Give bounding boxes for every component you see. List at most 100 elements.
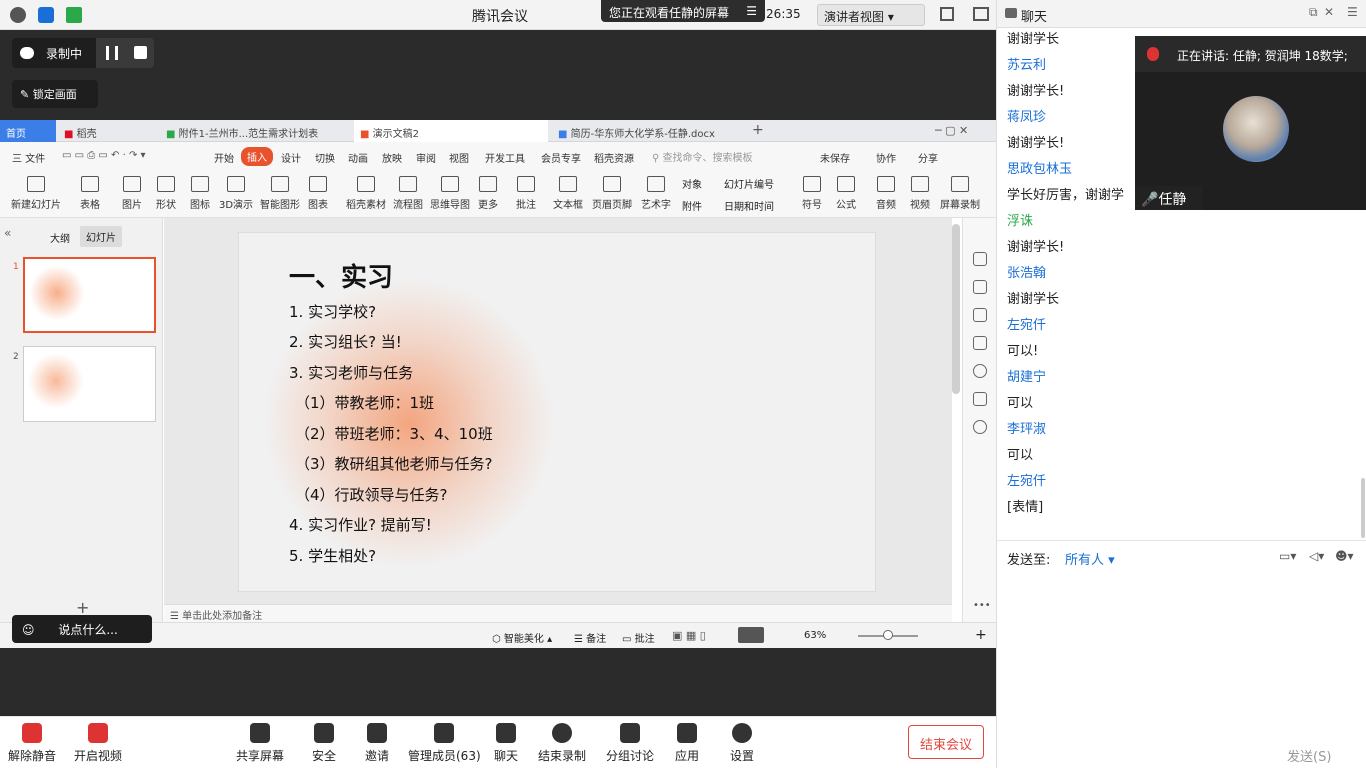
attachment-button[interactable]: 附件: [682, 198, 702, 213]
notes-area[interactable]: ☰ 单击此处添加备注: [164, 604, 952, 622]
3d-button[interactable]: 3D演示: [214, 174, 258, 211]
rocket-icon[interactable]: [973, 252, 987, 266]
speaker-icon[interactable]: ◁▾: [1309, 549, 1324, 563]
close-icon[interactable]: ✕: [1324, 5, 1334, 19]
window-controls[interactable]: ─ ▢ ✕: [935, 124, 968, 137]
play-icon[interactable]: [738, 627, 764, 643]
tab-slides[interactable]: 幻灯片: [80, 226, 122, 247]
header-footer-button[interactable]: 页眉页脚: [590, 174, 634, 211]
notes-button[interactable]: ☰ 备注: [574, 630, 606, 645]
pin-icon[interactable]: [973, 308, 987, 322]
slide-line: 1. 实习学校?: [289, 303, 377, 321]
tab-outline[interactable]: 大纲: [50, 230, 70, 245]
send-to-dropdown[interactable]: 所有人 ▾: [1065, 549, 1115, 568]
info-icon[interactable]: [10, 7, 26, 23]
image-icon[interactable]: [973, 392, 987, 406]
zoom-slider-thumb[interactable]: [883, 630, 893, 640]
quick-access-icons[interactable]: ▭ ▭ ⎙ ▭ ↶ · ↷ ▾: [62, 150, 146, 161]
invite-button[interactable]: 邀请: [365, 723, 389, 764]
share-screen-button[interactable]: 共享屏幕: [236, 723, 284, 764]
menu-icon[interactable]: ☰: [1347, 5, 1358, 19]
vertical-scrollbar[interactable]: [952, 224, 960, 394]
menu-insert[interactable]: 插入: [241, 147, 273, 166]
more-icon[interactable]: •••: [973, 600, 991, 611]
chat-input[interactable]: [997, 572, 1366, 732]
zoom-level[interactable]: 63%: [804, 630, 826, 641]
datetime-button[interactable]: 日期和时间: [724, 198, 774, 213]
flowchart-button[interactable]: 流程图: [386, 174, 430, 211]
menu-file[interactable]: 三 文件: [12, 150, 45, 165]
tab-attachment[interactable]: ■ 附件1-兰州市...范生需求计划表: [160, 120, 350, 142]
tab-home[interactable]: 首页: [0, 120, 56, 142]
help-icon[interactable]: [973, 364, 987, 378]
send-button[interactable]: 发送(S): [1287, 746, 1331, 765]
screen-record-button[interactable]: 屏幕录制: [936, 174, 984, 211]
new-slide-button[interactable]: 新建幻灯片: [6, 174, 66, 211]
end-meeting-button[interactable]: 结束会议: [908, 725, 984, 759]
table-button[interactable]: 表格: [68, 174, 112, 211]
current-slide[interactable]: 一、实习 1. 实习学校? 2. 实习组长? 当! 3. 实习老师与任务 （1）…: [238, 232, 876, 592]
slide-thumbnail-2[interactable]: [23, 346, 156, 422]
object-button[interactable]: 对象: [682, 176, 702, 191]
manage-members-button[interactable]: 管理成员(63): [408, 723, 481, 764]
formula-button[interactable]: 公式: [824, 174, 868, 211]
zoom-in-icon[interactable]: +: [975, 627, 987, 643]
tab-presentation[interactable]: ■ 演示文稿2: [354, 120, 548, 142]
shield-icon[interactable]: [38, 7, 54, 23]
menu-transition[interactable]: 切换: [315, 150, 335, 165]
view-mode-icons[interactable]: ▣ ▦ ▯: [672, 629, 706, 642]
slide-thumbnail-1[interactable]: [23, 257, 156, 333]
menu-daoke[interactable]: 稻壳资源: [594, 150, 634, 165]
search-input[interactable]: ⚲ 查找命令、搜索模板: [652, 149, 753, 164]
pause-recording-button[interactable]: [106, 46, 118, 60]
popout-icon[interactable]: ⧉: [1309, 5, 1318, 20]
comment-button[interactable]: 批注: [504, 174, 548, 211]
end-recording-button[interactable]: 结束录制: [538, 723, 586, 764]
person-icon[interactable]: ☻▾: [1335, 549, 1354, 563]
adjust-icon[interactable]: [973, 280, 987, 294]
menu-view[interactable]: 视图: [449, 150, 469, 165]
presenter-view-dropdown[interactable]: 演讲者视图 ▾: [817, 4, 925, 26]
smart-beautify-button[interactable]: ⬡ 智能美化 ▴: [492, 630, 552, 645]
menu-start[interactable]: 开始: [214, 150, 234, 165]
lock-screen-button[interactable]: ✎ 锁定画面: [12, 80, 98, 108]
chat-panel: 聊天 ⧉ ✕ ☰ 谢谢学长 苏云利 谢谢学长! 蒋凤珍 谢谢学长! 思政包林玉 学长好厉害，…: [996, 0, 1366, 768]
chat-button[interactable]: 聊天: [494, 723, 518, 764]
notes-icon: ☰: [170, 611, 183, 622]
breakout-button[interactable]: 分组讨论: [606, 723, 654, 764]
menu-slideshow[interactable]: 放映: [382, 150, 402, 165]
unsaved-status[interactable]: 未保存: [820, 150, 850, 165]
comment-status-button[interactable]: ▭ 批注: [622, 630, 655, 645]
tab-resume[interactable]: ■ 简历-华东师大化学系-任静.docx: [552, 120, 742, 142]
menu-member[interactable]: 会员专享: [541, 150, 581, 165]
tab-daoke[interactable]: ■ 稻壳: [58, 120, 158, 142]
fullscreen-icon[interactable]: [940, 7, 954, 21]
location-icon[interactable]: [973, 420, 987, 434]
textbox-button[interactable]: 文本框: [546, 174, 590, 211]
add-tab-icon[interactable]: +: [752, 122, 764, 138]
chart-button[interactable]: 图表: [296, 174, 340, 211]
menu-animation[interactable]: 动画: [348, 150, 368, 165]
layout-icon[interactable]: [973, 7, 989, 21]
unmute-button[interactable]: 解除静音: [8, 723, 56, 764]
security-button[interactable]: 安全: [312, 723, 336, 764]
daoke-material-button[interactable]: 稻壳素材: [344, 174, 388, 211]
apps-button[interactable]: 应用: [675, 723, 699, 764]
wordart-button[interactable]: 艺术字: [634, 174, 678, 211]
menu-devtools[interactable]: 开发工具: [485, 150, 525, 165]
menu-review[interactable]: 审阅: [416, 150, 436, 165]
share-button[interactable]: 分享: [918, 150, 938, 165]
copy-icon[interactable]: [973, 336, 987, 350]
slide-number-button[interactable]: 幻灯片编号: [724, 176, 774, 191]
stop-recording-button[interactable]: [134, 46, 147, 59]
settings-button[interactable]: 设置: [730, 723, 754, 764]
collab-button[interactable]: 协作: [876, 150, 896, 165]
signal-icon[interactable]: [66, 7, 82, 23]
start-video-button[interactable]: 开启视频: [74, 723, 122, 764]
collapse-icon[interactable]: «: [4, 226, 11, 240]
folder-icon[interactable]: ▭▾: [1279, 549, 1296, 563]
speaker-video[interactable]: 正在讲话: 任静; 贺润坤 18数学; 🎤任静: [1135, 36, 1366, 210]
say-something-input[interactable]: ☺ 说点什么...: [12, 615, 152, 643]
menu-design[interactable]: 设计: [281, 150, 301, 165]
chat-scrollbar[interactable]: [1361, 478, 1365, 538]
